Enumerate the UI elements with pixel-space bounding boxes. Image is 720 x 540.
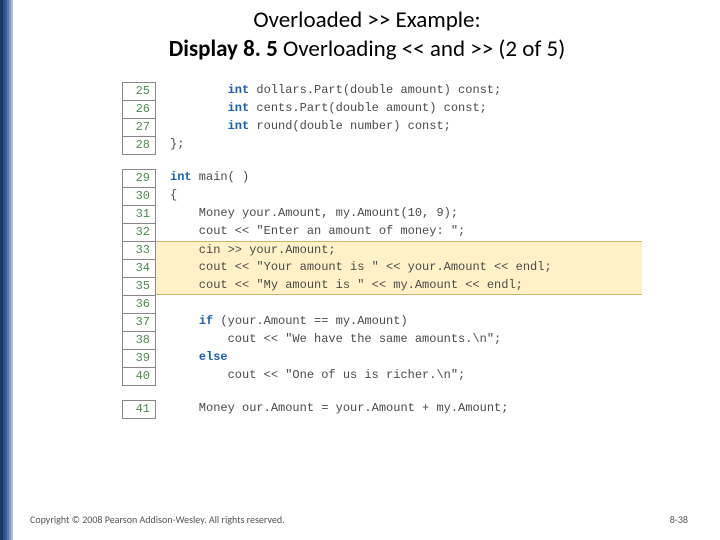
code-text: cout << "Enter an amount of money: "; [156,223,642,241]
code-line: 26 int cents.Part(double amount) const; [122,100,642,118]
slide-content: Overloaded >> Example: Display 8. 5 Over… [14,0,720,540]
code-text: cin >> your.Amount; [156,241,642,259]
code-line: 36 [122,295,642,313]
code-text: int dollars.Part(double amount) const; [156,82,642,100]
title-line1: Overloaded >> Example: [253,6,480,34]
code-text [156,295,642,313]
line-number: 41 [122,400,156,419]
page-number: 8-38 [670,513,688,526]
code-line: 40 cout << "One of us is richer.\n"; [122,367,642,386]
code-line-highlighted: 33 cin >> your.Amount; [122,241,642,259]
code-text: if (your.Amount == my.Amount) [156,313,642,331]
code-line: 30 { [122,187,642,205]
code-text: cout << "We have the same amounts.\n"; [156,331,642,349]
code-text: int main( ) [156,169,642,187]
code-line: 28 }; [122,136,642,155]
line-number: 25 [122,82,156,100]
code-line: 41 Money our.Amount = your.Amount + my.A… [122,400,642,419]
decorative-stripe [0,0,14,540]
code-text: Money your.Amount, my.Amount(10, 9); [156,205,642,223]
line-number: 26 [122,100,156,118]
line-number: 29 [122,169,156,187]
footer: Copyright © 2008 Pearson Addison-Wesley.… [30,513,688,526]
gap [122,155,642,169]
code-text: { [156,187,642,205]
code-line: 32 cout << "Enter an amount of money: "; [122,223,642,241]
gap [122,386,642,400]
line-number: 38 [122,331,156,349]
line-number: 32 [122,223,156,241]
code-line: 39 else [122,349,642,367]
code-line: 25 int dollars.Part(double amount) const… [122,82,642,100]
line-number: 34 [122,259,156,277]
code-line-highlighted: 34 cout << "Your amount is " << your.Amo… [122,259,642,277]
code-text: int cents.Part(double amount) const; [156,100,642,118]
code-line: 37 if (your.Amount == my.Amount) [122,313,642,331]
code-line-highlighted: 35 cout << "My amount is " << my.Amount … [122,277,642,295]
code-text: int round(double number) const; [156,118,642,136]
line-number: 36 [122,295,156,313]
title-line2-rest: Overloading << and >> (2 of 5) [278,35,565,63]
code-line: 31 Money your.Amount, my.Amount(10, 9); [122,205,642,223]
code-line: 29 int main( ) [122,169,642,187]
line-number: 27 [122,118,156,136]
slide-title: Overloaded >> Example: Display 8. 5 Over… [14,6,720,64]
line-number: 30 [122,187,156,205]
code-text: cout << "Your amount is " << your.Amount… [156,259,642,277]
line-number: 39 [122,349,156,367]
line-number: 28 [122,136,156,155]
line-number: 31 [122,205,156,223]
code-text: }; [156,136,642,155]
line-number: 40 [122,367,156,386]
code-text: cout << "My amount is " << my.Amount << … [156,277,642,295]
code-text: Money our.Amount = your.Amount + my.Amou… [156,400,642,419]
code-line: 27 int round(double number) const; [122,118,642,136]
code-text: else [156,349,642,367]
line-number: 35 [122,277,156,295]
line-number: 33 [122,241,156,259]
copyright-text: Copyright © 2008 Pearson Addison-Wesley.… [30,513,285,526]
code-line: 38 cout << "We have the same amounts.\n"… [122,331,642,349]
title-line2-bold: Display 8. 5 [169,35,278,63]
code-block: 25 int dollars.Part(double amount) const… [122,82,642,419]
line-number: 37 [122,313,156,331]
code-text: cout << "One of us is richer.\n"; [156,367,642,386]
